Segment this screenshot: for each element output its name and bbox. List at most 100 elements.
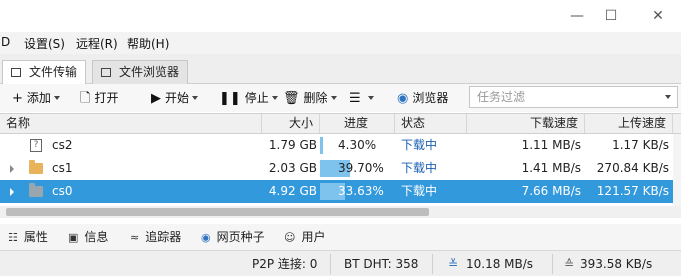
file-browser-icon	[101, 68, 111, 77]
stop-button[interactable]: ❚❚ 停止	[219, 88, 278, 108]
tracker-icon: ≈	[130, 231, 140, 244]
stop-label: 停止	[244, 91, 269, 105]
tab-file-transfer[interactable]: 文件传输	[2, 60, 87, 85]
browser-button[interactable]: ◉ 浏览器	[397, 88, 448, 108]
column-header-download-speed[interactable]: 下载速度	[467, 114, 585, 133]
folder-icon	[29, 183, 43, 197]
table-row[interactable]: cs0 4.92 GB 33.63% 下载中 7.66 MB/s 121.57 …	[0, 180, 673, 203]
tab-web-seeds[interactable]: ◉ 网页种子	[201, 228, 265, 246]
row-size: 2.03 GB	[268, 161, 317, 175]
properties-icon: ☷	[8, 231, 18, 244]
file-icon: ?	[30, 139, 42, 152]
expand-arrow-icon[interactable]	[10, 165, 14, 173]
folder-icon	[29, 160, 43, 174]
pause-icon: ❚❚	[219, 91, 241, 106]
row-status: 下载中	[401, 161, 438, 175]
delete-label: 删除	[303, 91, 328, 105]
close-button[interactable]: ✕	[648, 6, 668, 26]
row-progress: 4.30%	[320, 134, 395, 157]
tab-file-browser[interactable]: 文件浏览器	[92, 60, 189, 84]
browser-label: 浏览器	[412, 91, 449, 105]
row-progress: 39.70%	[320, 157, 395, 180]
start-button[interactable]: ▶ 开始	[151, 88, 199, 108]
menu-help[interactable]: 帮助(H)	[127, 35, 169, 52]
users-icon: ☺	[284, 231, 296, 244]
chevron-down-icon	[330, 96, 337, 100]
info-icon: ▣	[68, 231, 79, 244]
tab-info[interactable]: ▣ 信息	[68, 228, 108, 246]
open-label: 打开	[94, 91, 119, 105]
column-header-upload-speed[interactable]: 上传速度	[585, 114, 673, 133]
globe-icon: ◉	[201, 231, 211, 244]
hamburger-icon: ☰	[349, 91, 361, 106]
table-header: 名称 大小 进度 状态 下载速度 上传速度	[0, 113, 681, 134]
row-size: 4.92 GB	[268, 184, 317, 198]
tab-label: 文件传输	[29, 65, 78, 79]
row-upload-speed: 270.84 KB/s	[596, 161, 669, 175]
column-header-progress[interactable]: 进度	[320, 114, 395, 133]
row-upload-speed: 1.17 KB/s	[612, 138, 669, 152]
add-button[interactable]: + 添加	[12, 88, 60, 108]
row-progress: 33.63%	[320, 180, 395, 203]
table-row[interactable]: ? cs2 1.79 GB 4.30% 下载中 1.11 MB/s 1.17 K…	[0, 134, 673, 157]
row-name: cs0	[52, 184, 73, 198]
more-menu-button[interactable]: ☰	[349, 88, 374, 108]
column-header-status[interactable]: 状态	[395, 114, 467, 133]
row-name: cs2	[52, 138, 73, 152]
row-upload-speed: 121.57 KB/s	[596, 184, 669, 198]
download-arrow-icon: ≚	[448, 257, 459, 271]
row-download-speed: 7.66 MB/s	[521, 184, 581, 198]
column-header-name[interactable]: 名称	[0, 114, 262, 133]
total-upload-speed: 393.58 KB/s	[580, 257, 653, 271]
chevron-down-icon	[271, 96, 278, 100]
plus-icon: +	[12, 91, 23, 106]
chevron-down-icon	[192, 96, 199, 100]
maximize-button[interactable]: ☐	[601, 6, 621, 26]
task-filter-input[interactable]	[469, 86, 678, 108]
play-icon: ▶	[151, 91, 161, 106]
minimize-button[interactable]: —	[567, 6, 587, 26]
bt-dht-count: BT DHT: 358	[344, 257, 419, 271]
progress-bar-fill	[320, 137, 323, 154]
column-header-size[interactable]: 大小	[262, 114, 320, 133]
detail-tabs: ☷ 属性 ▣ 信息 ≈ 追踪器 ◉ 网页种子 ☺ 用户	[0, 224, 681, 250]
row-status: 下载中	[401, 138, 438, 152]
open-file-icon: 🗋	[80, 91, 91, 106]
globe-icon: ◉	[397, 91, 409, 106]
tab-trackers[interactable]: ≈ 追踪器	[130, 228, 181, 246]
table-row[interactable]: cs1 2.03 GB 39.70% 下载中 1.41 MB/s 270.84 …	[0, 157, 673, 180]
p2p-connections: P2P 连接: 0	[252, 257, 318, 271]
menu-bar: D 设置(S) 远程(R) 帮助(H)	[0, 32, 681, 54]
row-status: 下载中	[401, 184, 438, 198]
row-download-speed: 1.41 MB/s	[521, 161, 581, 175]
menu-remote[interactable]: 远程(R)	[76, 35, 118, 52]
tab-bar: 文件传输 文件浏览器	[0, 54, 681, 85]
filter-dropdown-icon[interactable]	[665, 95, 671, 99]
vertical-scrollbar[interactable]	[673, 134, 681, 206]
title-bar: — ☐ ✕	[0, 0, 681, 32]
status-bar: P2P 连接: 0 BT DHT: 358 ≚ 10.18 MB/s ≙ 393…	[0, 250, 681, 276]
row-download-speed: 1.11 MB/s	[521, 138, 581, 152]
expand-arrow-icon[interactable]	[10, 188, 14, 196]
horizontal-scrollbar-thumb[interactable]	[6, 208, 429, 216]
trash-icon: 🗑	[283, 91, 300, 106]
tab-label: 文件浏览器	[119, 65, 180, 79]
add-label: 添加	[26, 91, 51, 105]
chevron-down-icon	[53, 96, 60, 100]
status-divider	[552, 254, 553, 274]
open-button[interactable]: 🗋 打开	[80, 88, 118, 108]
delete-button[interactable]: 🗑 删除	[283, 88, 337, 108]
tab-peers[interactable]: ☺ 用户	[284, 228, 325, 246]
chevron-down-icon	[367, 96, 374, 100]
menu-file[interactable]: D	[1, 35, 10, 49]
menu-settings[interactable]: 设置(S)	[24, 35, 65, 52]
tab-properties[interactable]: ☷ 属性	[8, 228, 48, 246]
row-name: cs1	[52, 161, 73, 175]
status-divider	[330, 254, 331, 274]
status-divider	[432, 254, 433, 274]
total-download-speed: 10.18 MB/s	[466, 257, 534, 271]
file-transfer-icon	[11, 68, 21, 77]
row-size: 1.79 GB	[268, 138, 317, 152]
upload-arrow-icon: ≙	[564, 257, 575, 271]
start-label: 开始	[165, 91, 190, 105]
